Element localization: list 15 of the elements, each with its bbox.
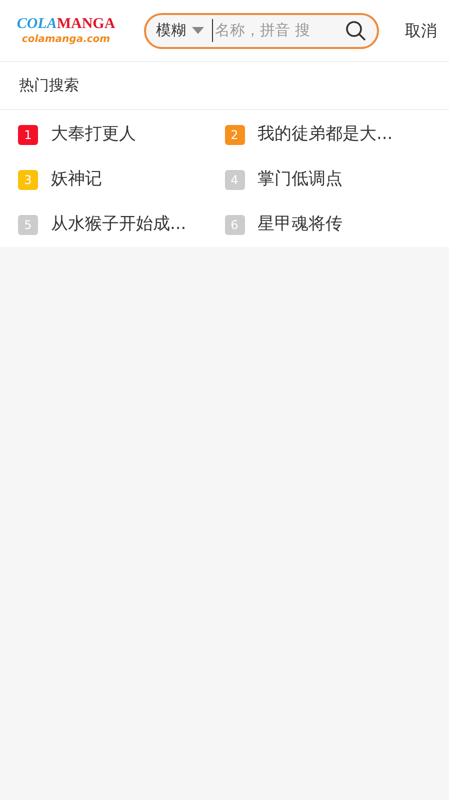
- rank-badge: 3: [18, 170, 38, 190]
- search-icon[interactable]: [345, 20, 367, 42]
- hot-search-item[interactable]: 3 妖神记: [18, 167, 224, 192]
- hot-search-item[interactable]: 1 大奉打更人: [18, 122, 224, 147]
- search-mode[interactable]: 模糊: [156, 19, 186, 42]
- hot-search-item[interactable]: 2 我的徒弟都是大...: [224, 122, 431, 147]
- rank-badge: 1: [18, 124, 38, 144]
- search-bar[interactable]: 模糊 名称，拼音 搜: [144, 12, 379, 48]
- search-field[interactable]: 名称，拼音 搜: [212, 19, 322, 42]
- logo-title: COLAMANGA: [16, 16, 116, 32]
- section-title: 热门搜索: [19, 75, 79, 96]
- rank-badge: 2: [224, 124, 244, 144]
- caret-icon: [192, 27, 204, 34]
- cancel-button[interactable]: 取消: [405, 18, 437, 42]
- logo-domain: colamanga.com: [22, 34, 110, 44]
